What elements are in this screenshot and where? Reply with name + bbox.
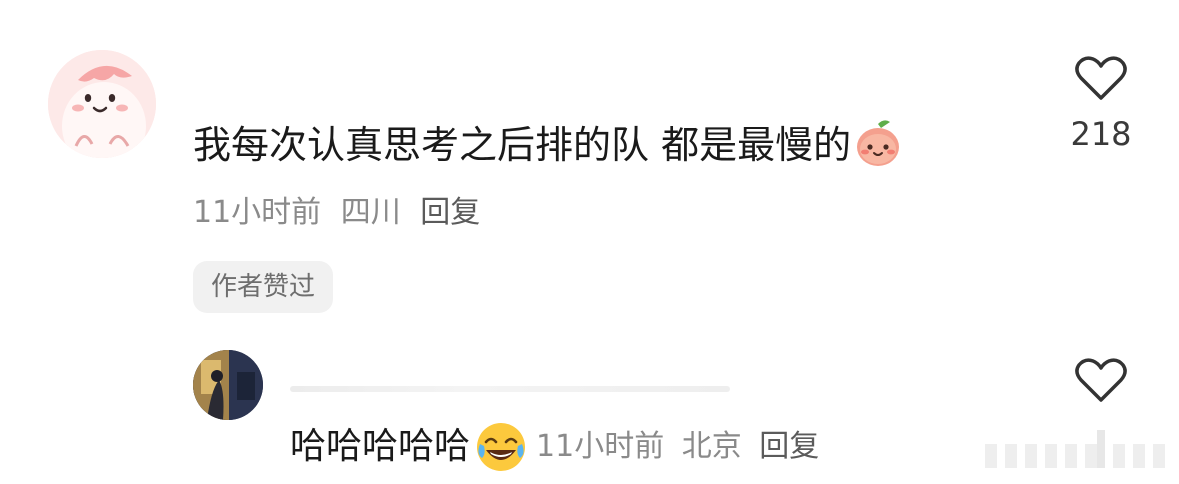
comment-location: 四川 <box>340 195 401 230</box>
peach-smile-emoji-icon <box>853 118 903 168</box>
commenter-avatar[interactable] <box>48 50 156 158</box>
reply-reply-button[interactable]: 回复 <box>759 429 819 464</box>
watermark <box>985 430 1170 470</box>
reply-time: 11小时前 <box>536 429 665 464</box>
heart-outline-icon[interactable] <box>1074 356 1128 404</box>
reply-body: 哈哈哈哈哈 11小时前 北京 回复 <box>290 420 819 471</box>
reply-like-control[interactable] <box>1060 356 1142 404</box>
comment-meta: 11小时前 四川 回复 <box>193 192 480 234</box>
comment-text: 我每次认真思考之后排的队 都是最慢的 <box>193 123 852 167</box>
reply-button[interactable]: 回复 <box>420 195 480 230</box>
reply-text: 哈哈哈哈哈 <box>290 426 471 467</box>
reply-meta: 11小时前 北京 回复 <box>536 429 819 464</box>
dark-photo-avatar-art <box>193 350 263 420</box>
reply-location: 北京 <box>681 429 742 464</box>
comment-body: 我每次认真思考之后排的队 都是最慢的 <box>193 118 903 171</box>
comment-time: 11小时前 <box>193 195 322 230</box>
tears-of-joy-emoji-icon <box>474 420 528 474</box>
like-count: 218 <box>1070 115 1132 153</box>
author-liked-badge: 作者赞过 <box>193 261 334 313</box>
heart-outline-icon[interactable] <box>1074 54 1128 102</box>
pink-cartoon-avatar-art <box>48 50 156 158</box>
like-control[interactable]: 218 <box>1060 54 1142 154</box>
blurred-username <box>290 386 730 392</box>
reply-avatar[interactable] <box>193 350 263 420</box>
